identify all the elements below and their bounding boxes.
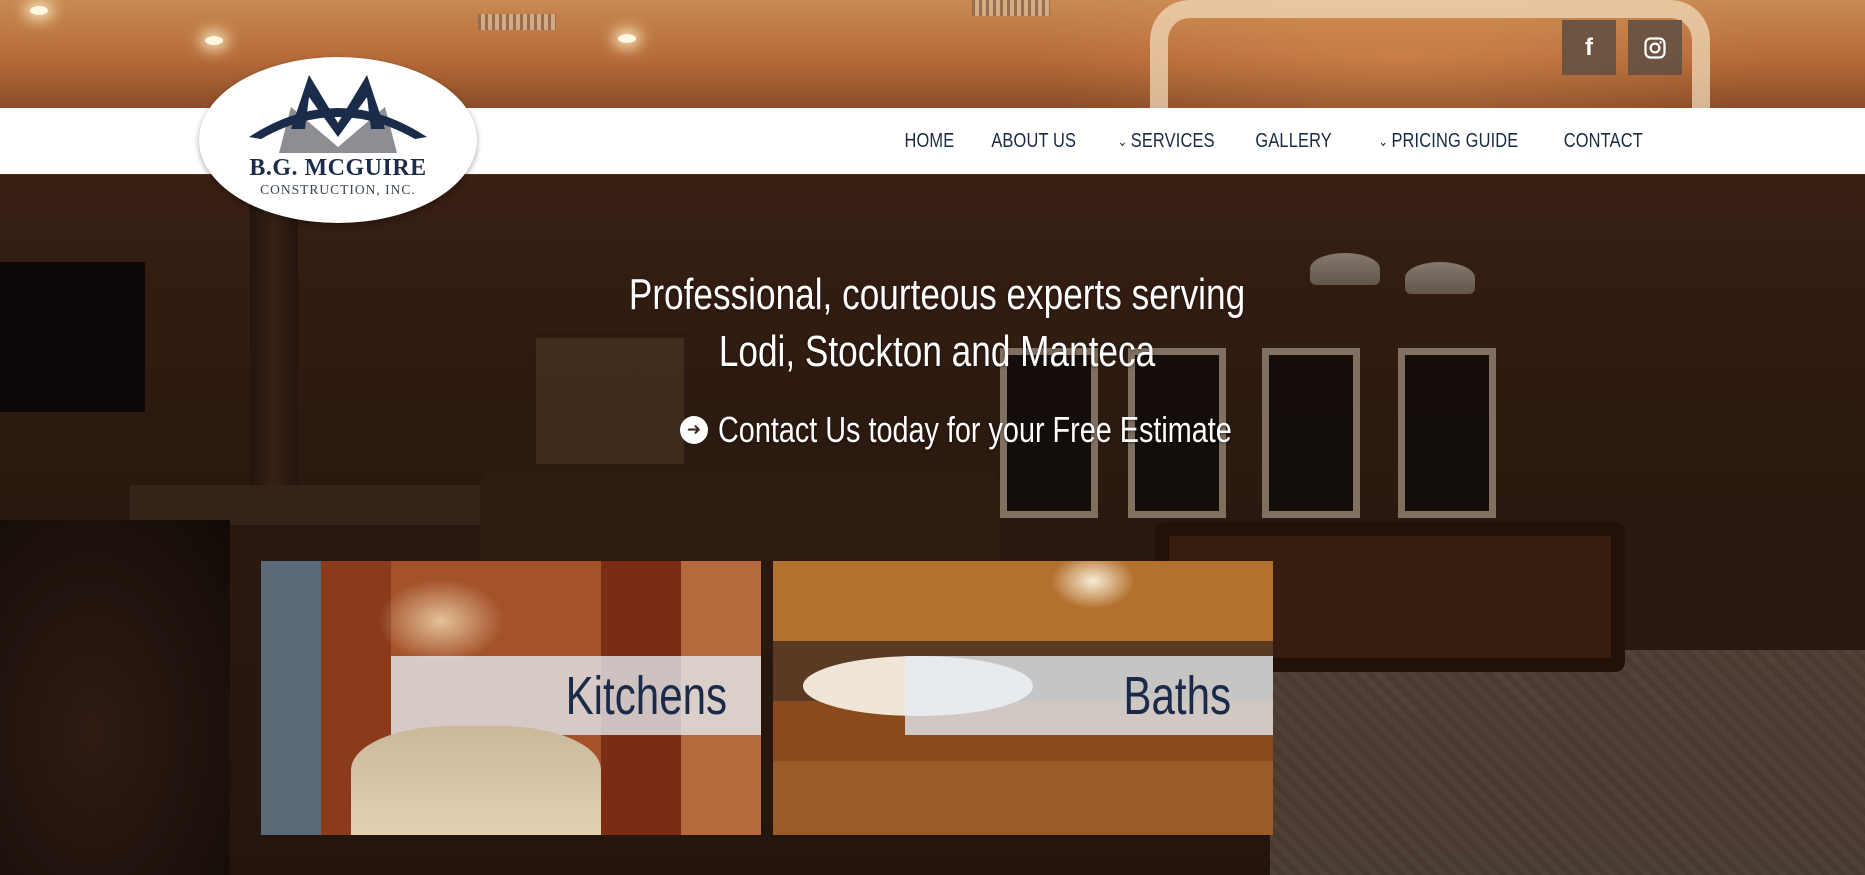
facebook-icon: f [1585,33,1593,61]
logo-subtitle: CONSTRUCTION, INC. [260,182,416,197]
logo-mark-icon [249,75,427,153]
hero-headline-line1: Professional, courteous experts serving [628,270,1246,319]
nav-item-about-us[interactable]: ABOUT US [982,108,1085,174]
baths-card[interactable]: Baths [773,561,1273,835]
ceiling-vent [478,14,556,30]
card-label: Baths [1123,666,1231,726]
hero-headline: Professional, courteous experts serving … [613,266,1261,380]
cta-label: Contact Us today for your Free Estimate [718,409,1232,450]
ceiling-vent [972,0,1050,16]
chevron-down-icon: ⌄ [1117,132,1128,149]
instagram-button[interactable] [1628,20,1682,75]
ceiling-light [30,6,48,15]
nav-item-label: PRICING GUIDE [1391,129,1519,152]
logo-name: B.G. MCGUIRE [249,155,427,181]
main-nav: HOME ABOUT US ⌄ SERVICES GALLERY ⌄ PRICI… [888,108,1663,174]
instagram-icon [1644,36,1666,59]
nav-item-pricing-guide[interactable]: ⌄ PRICING GUIDE [1369,108,1527,174]
nav-item-label: GALLERY [1255,129,1333,152]
nav-item-label: SERVICES [1130,129,1215,152]
ceiling-light [205,36,223,45]
nav-item-gallery[interactable]: GALLERY [1247,108,1342,174]
arrow-right-circle-icon: ➜ [680,416,708,444]
kitchens-card[interactable]: Kitchens [261,561,761,835]
nav-item-home[interactable]: HOME [895,108,963,174]
card-label: Kitchens [565,666,727,726]
chevron-down-icon: ⌄ [1378,132,1388,149]
facebook-button[interactable]: f [1562,20,1616,75]
nav-item-contact[interactable]: CONTACT [1555,108,1652,174]
nav-item-services[interactable]: ⌄ SERVICES [1109,108,1224,174]
ceiling-light [618,34,636,43]
free-estimate-cta[interactable]: ➜ Contact Us today for your Free Estimat… [680,408,1360,452]
ceiling-archway [1150,0,1710,108]
nav-item-label: ABOUT US [990,129,1076,152]
nav-item-label: HOME [904,129,955,152]
hero-headline-line2: Lodi, Stockton and Manteca [718,327,1156,376]
nav-item-label: CONTACT [1564,129,1644,152]
site-logo[interactable]: B.G. MCGUIRE CONSTRUCTION, INC. [199,57,477,223]
